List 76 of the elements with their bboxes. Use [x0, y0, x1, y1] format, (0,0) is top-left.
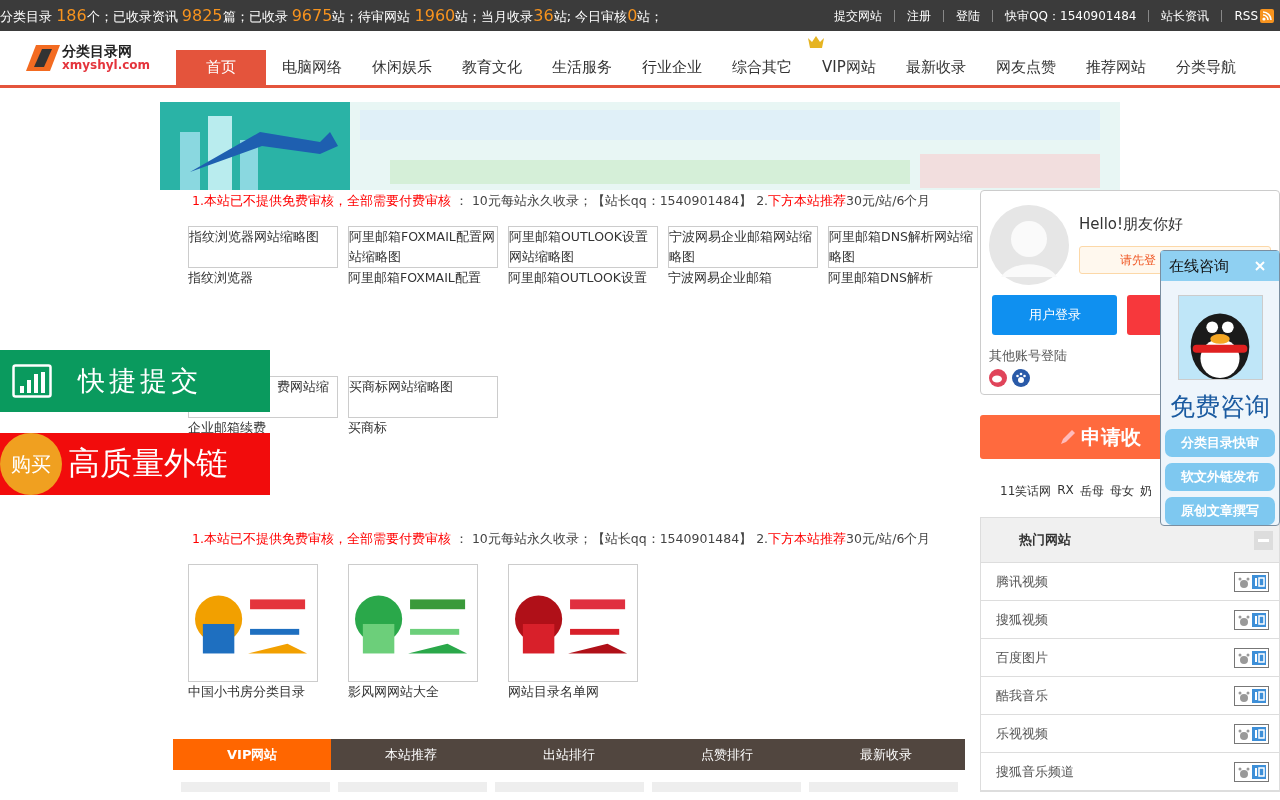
tab[interactable]: 本站推荐	[331, 739, 490, 770]
nav-item[interactable]: 分类导航	[1161, 50, 1250, 85]
rank-badge-icon	[1234, 685, 1269, 706]
logo-title: 分类目录网	[62, 44, 132, 58]
site-stats: 分类目录 186个；已收录资讯 9825篇；已收录 9675站；待审网站 1960站；当月收录36站; 今日审核0站；	[0, 5, 664, 26]
hot-site-link[interactable]: 腾讯视频	[996, 572, 1048, 591]
tab[interactable]: 出站排行	[489, 739, 649, 770]
nav-item[interactable]: 推荐网站	[1071, 50, 1160, 85]
top-link[interactable]: 快审QQ：1540901484	[993, 9, 1150, 22]
paw-icon[interactable]	[1012, 369, 1030, 387]
penguin-icon	[1177, 295, 1263, 380]
ad-text: 高质量外链	[68, 443, 228, 484]
nav-item[interactable]: 生活服务	[538, 50, 626, 85]
hot-site-link[interactable]: 酷我音乐	[996, 686, 1048, 705]
rss-icon	[1260, 8, 1274, 23]
nav-item[interactable]: 教育文化	[448, 50, 536, 85]
image-alt-text: 宁波网易企业邮箱网站缩略图	[669, 228, 813, 266]
hot-site-link[interactable]: 搜狐音乐频道	[996, 762, 1074, 781]
image-alt-text: 阿里邮箱OUTLOOK设置网站缩略图	[509, 228, 650, 266]
nav-item[interactable]: 电脑网络	[268, 50, 356, 85]
panel-title: 热门网站	[1019, 531, 1071, 549]
nav-item[interactable]: 最新收录	[891, 50, 980, 85]
rank-badge-icon	[1234, 723, 1269, 744]
image-alt-text: 阿里邮箱FOXMAIL配置网站缩略图	[349, 228, 496, 266]
rss-link[interactable]: RSS	[1222, 8, 1280, 23]
image-alt-text: 指纹浏览器网站缩略图	[189, 228, 319, 246]
avatar-icon	[989, 205, 1069, 285]
image-alt-text: 买商标网站缩略图	[349, 378, 453, 396]
site-link[interactable]: 网站目录名单网	[508, 683, 599, 701]
quick-submit-ad[interactable]: 快捷提交	[0, 350, 270, 412]
site-link[interactable]: 阿里邮箱FOXMAIL配置	[348, 269, 481, 287]
tag-link[interactable]: 母女	[1109, 483, 1134, 517]
rank-badge-icon	[1234, 647, 1269, 668]
backlink-ad[interactable]: 购买 高质量外链	[0, 433, 270, 495]
top-link[interactable]: 站长资讯	[1149, 9, 1223, 22]
greeting-text: Hello!朋友你好	[1079, 215, 1185, 234]
rank-badge-icon	[1234, 609, 1269, 630]
pencil-icon	[1059, 428, 1077, 446]
rank-badge-icon	[1234, 761, 1269, 782]
tag-link[interactable]: 岳母	[1079, 483, 1104, 517]
rank-badge-icon	[1234, 571, 1269, 592]
site-link[interactable]: 阿里邮箱DNS解析	[828, 269, 933, 287]
top-link[interactable]: 登陆	[944, 9, 994, 22]
site-link[interactable]: 影风网网站大全	[348, 683, 439, 701]
nav-item[interactable]: 休闲娱乐	[358, 50, 446, 85]
logo-domain: xmyshyl.com	[62, 58, 151, 72]
nav-item[interactable]: VIP网站	[808, 50, 890, 85]
chat-title: 在线咨询	[1169, 256, 1229, 276]
ad-text: 快捷提交	[78, 364, 202, 398]
site-link[interactable]: 买商标	[348, 419, 387, 437]
site-link[interactable]: 中国小书房分类目录	[188, 683, 305, 701]
tag-link[interactable]: 11笑话网	[1000, 483, 1052, 517]
site-link[interactable]: 宁波网易企业邮箱	[668, 269, 772, 287]
notice-text: 1.本站已不提供免费审核，全部需要付费审核 ： 10元每站永久收录；【站长qq：1540901484】 2.下方本站推荐30元/站/6个月	[191, 530, 931, 548]
nav-item[interactable]: 综合其它	[718, 50, 806, 85]
site-link[interactable]: 阿里邮箱OUTLOOK设置	[508, 269, 648, 287]
tag-link[interactable]: RX	[1057, 483, 1074, 517]
nav-item[interactable]: 网友点赞	[981, 50, 1070, 85]
hot-site-link[interactable]: 搜狐视频	[996, 610, 1048, 629]
other-login-label: 其他账号登陆	[989, 347, 1067, 365]
nav-item[interactable]: 首页	[176, 50, 266, 85]
nav-item[interactable]: 行业企业	[628, 50, 716, 85]
hot-site-link[interactable]: 乐视视频	[996, 724, 1048, 743]
notice-text: 1.本站已不提供免费审核，全部需要付费审核 ： 10元每站永久收录；【站长qq：1540901484】 2.下方本站推荐30元/站/6个月	[191, 192, 931, 210]
tab[interactable]: 最新收录	[806, 739, 966, 770]
tab[interactable]: 点赞排行	[648, 739, 807, 770]
site-link[interactable]: 指纹浏览器	[188, 269, 253, 287]
tag-link[interactable]: 奶	[1139, 483, 1152, 517]
top-link[interactable]: 注册	[895, 9, 945, 22]
logo-icon	[26, 43, 60, 73]
buy-badge: 购买	[0, 433, 62, 495]
image-alt-text: 阿里邮箱DNS解析网站缩略图	[829, 228, 974, 266]
hot-site-link[interactable]: 百度图片	[996, 648, 1048, 667]
image-alt-text: 费网站缩	[277, 378, 329, 396]
chart-icon	[12, 364, 52, 398]
top-link[interactable]: 提交网站	[822, 9, 896, 22]
